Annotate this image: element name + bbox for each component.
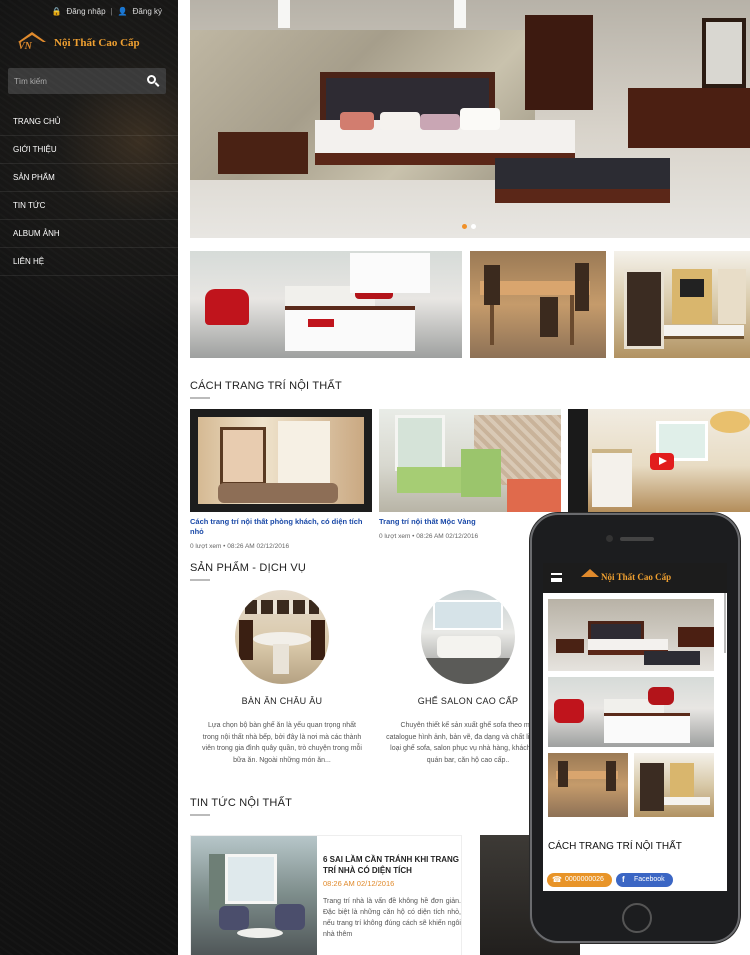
banner-living-room[interactable] — [190, 251, 462, 358]
section-title-products: SẢN PHẨM - DỊCH VỤ — [190, 562, 307, 574]
banner-thumbnails — [190, 251, 750, 358]
hero-slider[interactable] — [190, 0, 750, 238]
news-card[interactable]: 6 SAI LẦM CẦN TRÁNH KHI TRANG TRÍ NHÀ CÓ… — [190, 835, 462, 955]
slider-dots — [462, 224, 476, 229]
menu-item-home[interactable]: TRANG CHỦ — [0, 108, 178, 136]
page: 🔒 Đăng nhập | 👤 Đăng ký VN Nội Thất Cao … — [0, 0, 750, 955]
menu-item-contact[interactable]: LIÊN HỆ — [0, 248, 178, 276]
banner-tv-cabinet[interactable] — [614, 251, 750, 358]
product-description: Lựa chọn bộ bàn ghế ăn là yếu quan trọng… — [202, 722, 362, 764]
menu-item-about[interactable]: GIỚI THIỆU — [0, 136, 178, 164]
banner-dining-room[interactable] — [470, 251, 606, 358]
separator: | — [110, 7, 113, 16]
product-image[interactable] — [421, 590, 515, 684]
post-card-video[interactable] — [568, 409, 750, 512]
mobile-brand-name[interactable]: Nội Thất Cao Cấp — [601, 572, 671, 582]
hamburger-menu-icon[interactable] — [551, 573, 562, 582]
news-excerpt: Trang trí nhà là vấn đề không hề đơn giả… — [323, 898, 461, 938]
post-meta: 0 lượt xem • 08:26 AM 02/12/2016 — [190, 543, 290, 550]
phone-speaker — [620, 537, 654, 541]
lock-icon: 🔒 — [51, 7, 62, 16]
slider-dot-active[interactable] — [462, 224, 467, 229]
mobile-banner-tv[interactable] — [634, 753, 714, 817]
post-title[interactable]: Cách trang trí nội thất phòng khách, có … — [190, 517, 372, 537]
product-image[interactable] — [235, 590, 329, 684]
home-button[interactable] — [622, 903, 652, 933]
mobile-action-bar: 0000000026 Facebook — [543, 869, 727, 891]
mobile-header: Nội Thất Cao Cấp — [543, 563, 727, 593]
search-icon[interactable] — [147, 75, 156, 84]
user-icon: 👤 — [117, 7, 128, 16]
phone-mockup: Nội Thất Cao Cấp CÁCH TRANG TRÍ NỘI THẤT… — [530, 513, 740, 943]
brand-name: Nội Thất Cao Cấp — [54, 37, 140, 49]
mobile-section-title: CÁCH TRANG TRÍ NỘI THẤT — [548, 841, 682, 852]
news-title[interactable]: 6 SAI LẦM CẦN TRÁNH KHI TRANG TRÍ NHÀ CÓ… — [323, 854, 461, 876]
house-logo-icon — [581, 569, 599, 577]
login-link[interactable]: Đăng nhập — [66, 7, 105, 16]
section-underline — [190, 397, 210, 399]
search-box — [8, 68, 166, 94]
register-link[interactable]: Đăng ký — [133, 7, 162, 16]
mobile-hero-image[interactable] — [548, 599, 714, 671]
post-card[interactable]: Cách trang trí nội thất phòng khách, có … — [190, 409, 372, 550]
main-menu: TRANG CHỦ GIỚI THIỆU SẢN PHẨM TIN TỨC AL… — [0, 108, 178, 276]
sidebar: 🔒 Đăng nhập | 👤 Đăng ký VN Nội Thất Cao … — [0, 0, 178, 955]
product-card[interactable]: BÀN ĂN CHÂU ÂU Lựa chọn bộ bàn ghế ăn là… — [192, 590, 372, 766]
section-title-decor: CÁCH TRANG TRÍ NỘI THẤT — [190, 380, 342, 392]
call-button[interactable]: 0000000026 — [547, 873, 612, 887]
news-thumbnail[interactable] — [191, 836, 317, 955]
account-links: 🔒 Đăng nhập | 👤 Đăng ký — [51, 7, 162, 16]
phone-screen: Nội Thất Cao Cấp CÁCH TRANG TRÍ NỘI THẤT… — [543, 563, 727, 891]
mobile-banner-dining[interactable] — [548, 753, 628, 817]
section-underline — [190, 814, 210, 816]
menu-item-album[interactable]: ALBUM ẢNH — [0, 220, 178, 248]
menu-item-products[interactable]: SẢN PHẨM — [0, 164, 178, 192]
post-card[interactable]: Trang trí nội thất Mộc Vàng 0 lượt xem •… — [379, 409, 561, 540]
menu-item-news[interactable]: TIN TỨC — [0, 192, 178, 220]
section-underline — [190, 579, 210, 581]
site-logo[interactable]: VN Nội Thất Cao Cấp — [14, 32, 140, 54]
slider-dot[interactable] — [471, 224, 476, 229]
house-logo-icon: VN — [14, 32, 50, 54]
product-name[interactable]: BÀN ĂN CHÂU ÂU — [192, 696, 372, 706]
section-title-news: TIN TỨC NỘI THẤT — [190, 797, 293, 809]
search-input[interactable] — [8, 76, 138, 86]
post-thumbnail[interactable] — [190, 409, 372, 512]
post-video-thumbnail[interactable] — [568, 409, 750, 512]
scrollbar[interactable] — [724, 593, 726, 653]
post-thumbnail[interactable] — [379, 409, 561, 512]
news-date: 08:26 AM 02/12/2016 — [323, 879, 395, 888]
camera-icon — [606, 535, 613, 542]
mobile-banner-living-room[interactable] — [548, 677, 714, 747]
facebook-button[interactable]: Facebook — [615, 873, 673, 887]
